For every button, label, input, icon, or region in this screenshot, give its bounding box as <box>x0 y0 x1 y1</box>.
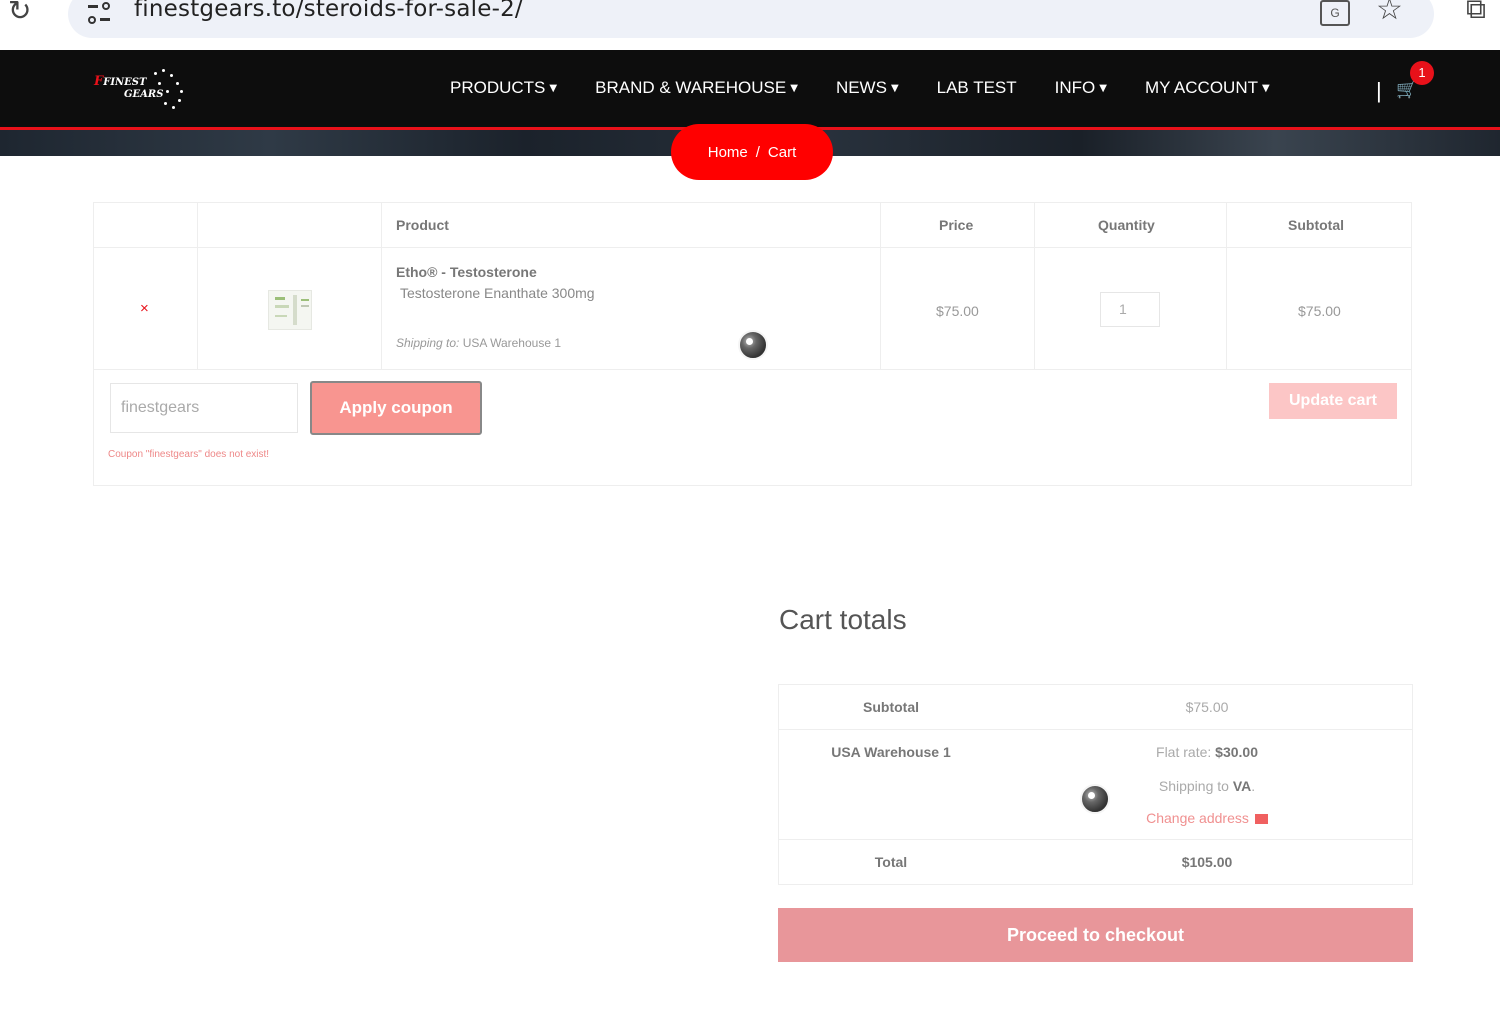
product-thumbnail[interactable] <box>268 290 312 330</box>
change-address-link[interactable]: Change address <box>1003 810 1411 826</box>
proceed-to-checkout-button[interactable]: Proceed to checkout <box>778 908 1413 962</box>
update-cart-button[interactable]: Update cart <box>1269 383 1397 419</box>
totals-total-row: Total $105.00 <box>779 840 1412 885</box>
chevron-down-icon: ▼ <box>890 82 899 94</box>
bookmark-star-icon[interactable]: ☆ <box>1376 0 1403 27</box>
coupon-error-message: Coupon "finestgears" does not exist! <box>108 449 270 460</box>
nav-my-account[interactable]: MY ACCOUNT ▼ <box>1145 78 1270 98</box>
site-info-icon[interactable] <box>86 2 112 24</box>
breadcrumb-current: Cart <box>767 143 797 161</box>
shipping-method-label: USA Warehouse 1 <box>831 744 951 760</box>
chevron-down-icon: ▼ <box>790 82 798 94</box>
nav-lab-test[interactable]: LAB TEST <box>937 78 1017 98</box>
chevron-down-icon: ▼ <box>1262 82 1270 94</box>
address-bar[interactable]: finestgears.to/steroids-for-sale-2/ G ☆ <box>68 0 1434 38</box>
quantity-input[interactable]: 1 <box>1100 292 1160 327</box>
header-quantity: Quantity <box>1098 217 1155 233</box>
breadcrumb-separator: / <box>755 143 760 161</box>
breadcrumb: Home / Cart <box>671 124 833 180</box>
flat-rate: Flat rate: $30.00 <box>1156 744 1258 760</box>
totals-total-value: $105.00 <box>1181 854 1233 870</box>
translate-icon[interactable]: G <box>1320 0 1350 26</box>
nav-info[interactable]: INFO ▼ <box>1055 78 1107 98</box>
extensions-icon[interactable]: ⧉ <box>1466 0 1486 26</box>
totals-total-label: Total <box>874 854 908 870</box>
site-logo[interactable]: FFINEST GEARS <box>94 68 186 112</box>
coupon-input[interactable]: finestgears <box>110 383 298 433</box>
shipping-destination: Shipping to VA. <box>1158 778 1256 794</box>
apply-coupon-button[interactable]: Apply coupon <box>310 381 482 435</box>
cart-totals-title: Cart totals <box>779 604 907 635</box>
header-subtotal: Subtotal <box>1288 217 1344 233</box>
reload-icon[interactable]: ↻ <box>8 0 31 27</box>
breadcrumb-home[interactable]: Home <box>708 144 748 161</box>
nav-products[interactable]: PRODUCTS ▼ <box>450 78 557 98</box>
header-product: Product <box>396 217 449 233</box>
table-header: Product Price Quantity Subtotal <box>94 203 1411 248</box>
product-description: Testosterone Enanthate 300mg <box>400 285 595 301</box>
header-divider: | <box>1376 78 1382 103</box>
pointer-cursor <box>738 330 768 360</box>
chevron-down-icon: ▼ <box>1099 82 1107 94</box>
pointer-cursor <box>1080 784 1110 814</box>
totals-subtotal-value: $75.00 <box>1185 699 1229 715</box>
cart-count-badge[interactable]: 1 <box>1410 61 1434 85</box>
cart-icon[interactable]: 🛒 <box>1396 80 1417 100</box>
logo-line2: GEARS <box>124 89 164 100</box>
browser-toolbar: ↻ finestgears.to/steroids-for-sale-2/ G … <box>0 0 1500 50</box>
product-name[interactable]: Etho® - Testosterone <box>396 264 537 280</box>
site-header: FFINEST GEARS PRODUCTS ▼ BRAND & WAREHOUS… <box>0 50 1500 130</box>
totals-subtotal-row: Subtotal $75.00 <box>779 685 1412 730</box>
remove-item-button[interactable]: × <box>140 300 149 317</box>
truck-icon <box>1254 814 1268 825</box>
item-price: $75.00 <box>936 303 979 319</box>
nav-news[interactable]: NEWS ▼ <box>836 78 899 98</box>
header-price: Price <box>939 217 974 233</box>
chevron-down-icon: ▼ <box>549 82 558 94</box>
item-subtotal: $75.00 <box>1298 303 1341 319</box>
main-nav: PRODUCTS ▼ BRAND & WAREHOUSE ▼ NEWS ▼ LAB T… <box>450 78 1308 98</box>
nav-brand-warehouse[interactable]: BRAND & WAREHOUSE ▼ <box>595 78 798 98</box>
totals-subtotal-label: Subtotal <box>863 699 919 715</box>
url-text[interactable]: finestgears.to/steroids-for-sale-2/ <box>134 0 523 22</box>
product-shipping: Shipping to: USA Warehouse 1 <box>396 336 562 350</box>
